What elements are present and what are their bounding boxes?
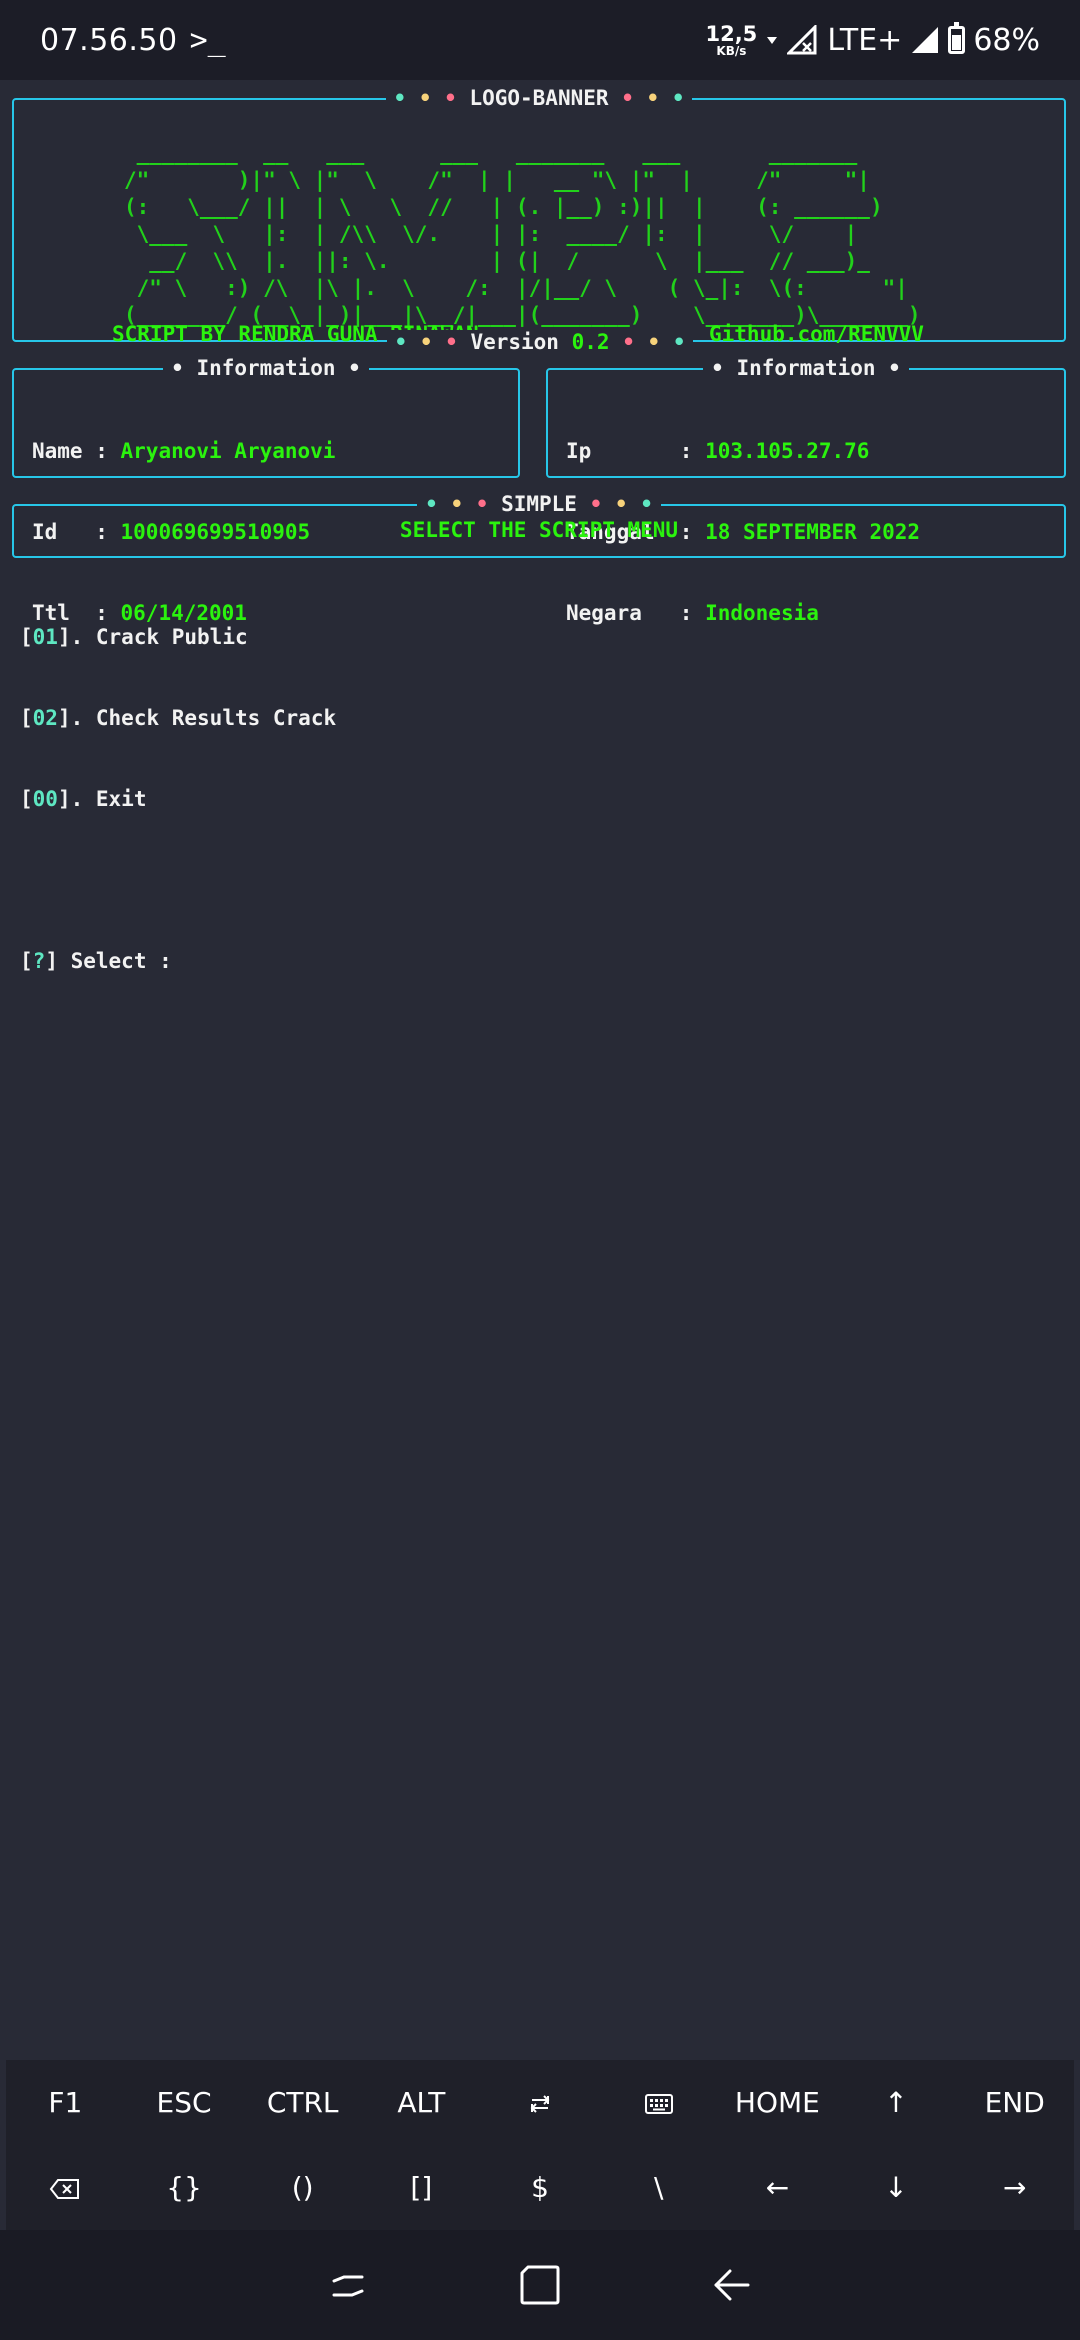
status-bar: 07.56.50 >_ 12,5 KB/s LTE+ 68%: [0, 0, 1080, 80]
key-f1[interactable]: F1: [6, 2086, 125, 2119]
ascii-logo: ________ __ ___ ___ _______ ___ _______ …: [124, 141, 921, 327]
tab-icon[interactable]: [481, 2086, 600, 2119]
key-end[interactable]: END: [955, 2086, 1074, 2119]
battery-level: 68%: [973, 22, 1040, 58]
network-speed: 12,5 KB/s: [705, 21, 758, 58]
ip-value: 103.105.27.76: [705, 439, 870, 463]
back-icon[interactable]: [712, 2265, 752, 2305]
version-label: Version: [470, 330, 559, 354]
system-info-title: • Information •: [703, 356, 909, 380]
menu-item[interactable]: [00]. Exit: [20, 786, 336, 813]
info-row: Name : Aryanovi Aryanovi: [32, 439, 336, 463]
key-braces[interactable]: {}: [125, 2171, 244, 2204]
script-menu: [01]. Crack Public [02]. Check Results C…: [20, 570, 336, 1029]
network-type: LTE+: [827, 22, 903, 58]
key-backslash[interactable]: \: [599, 2171, 718, 2204]
home-icon[interactable]: [518, 2263, 562, 2307]
user-info-title: • Information •: [163, 356, 369, 380]
terminal-icon: >_: [189, 22, 226, 58]
menu-item[interactable]: [01]. Crack Public: [20, 624, 336, 651]
keyboard-icon[interactable]: [599, 2086, 718, 2119]
select-prompt[interactable]: [?] Select :: [20, 948, 336, 975]
menu-item[interactable]: [02]. Check Results Crack: [20, 705, 336, 732]
version-number: 0.2: [571, 330, 610, 354]
menu-header-box: • • • SIMPLE • • • SELECT THE SCRIPT MEN…: [12, 492, 1066, 558]
extra-keys-bar: F1 ESC CTRL ALT HOME ↑ END {} () [] $ \ …: [6, 2060, 1074, 2230]
signal-off-icon: [787, 25, 817, 55]
user-info-box: • Information • Name : Aryanovi Aryanovi…: [12, 356, 520, 625]
key-left-arrow[interactable]: ←: [718, 2171, 837, 2204]
recent-apps-icon[interactable]: [328, 2265, 368, 2305]
signal-icon: [912, 27, 939, 53]
key-esc[interactable]: ESC: [125, 2086, 244, 2119]
key-parens[interactable]: (): [243, 2171, 362, 2204]
terminal-output[interactable]: • • • LOGO-BANNER • • • ________ __ ___ …: [0, 80, 1080, 2060]
key-right-arrow[interactable]: →: [955, 2171, 1074, 2204]
info-row: Ip : 103.105.27.76: [566, 439, 870, 463]
country-value: Indonesia: [705, 601, 819, 625]
menu-subtitle: SELECT THE SCRIPT MENU: [399, 518, 679, 542]
key-brackets[interactable]: []: [362, 2171, 481, 2204]
key-alt[interactable]: ALT: [362, 2086, 481, 2119]
key-dollar[interactable]: $: [481, 2171, 600, 2204]
wifi-down-arrow-icon: [767, 37, 778, 44]
banner-title: LOGO-BANNER: [469, 86, 609, 110]
status-icons: 12,5 KB/s LTE+ 68%: [705, 21, 1040, 58]
menu-box-title: SIMPLE: [501, 492, 577, 516]
key-home[interactable]: HOME: [718, 2086, 837, 2119]
key-down-arrow[interactable]: ↓: [837, 2171, 956, 2204]
user-name-value: Aryanovi Aryanovi: [120, 439, 336, 463]
backspace-icon[interactable]: [6, 2171, 125, 2204]
system-info-box: • Information • Ip : 103.105.27.76 Tangg…: [546, 356, 1066, 625]
info-row: Negara : Indonesia: [566, 601, 819, 625]
system-nav-bar: [0, 2230, 1080, 2340]
key-ctrl[interactable]: CTRL: [243, 2086, 362, 2119]
clock: 07.56.50: [40, 22, 178, 58]
version-line: • • • Version 0.2 • • •: [0, 329, 1080, 355]
key-up-arrow[interactable]: ↑: [837, 2086, 956, 2119]
battery-icon: [948, 22, 966, 54]
logo-banner-box: • • • LOGO-BANNER • • • ________ __ ___ …: [12, 86, 1066, 346]
